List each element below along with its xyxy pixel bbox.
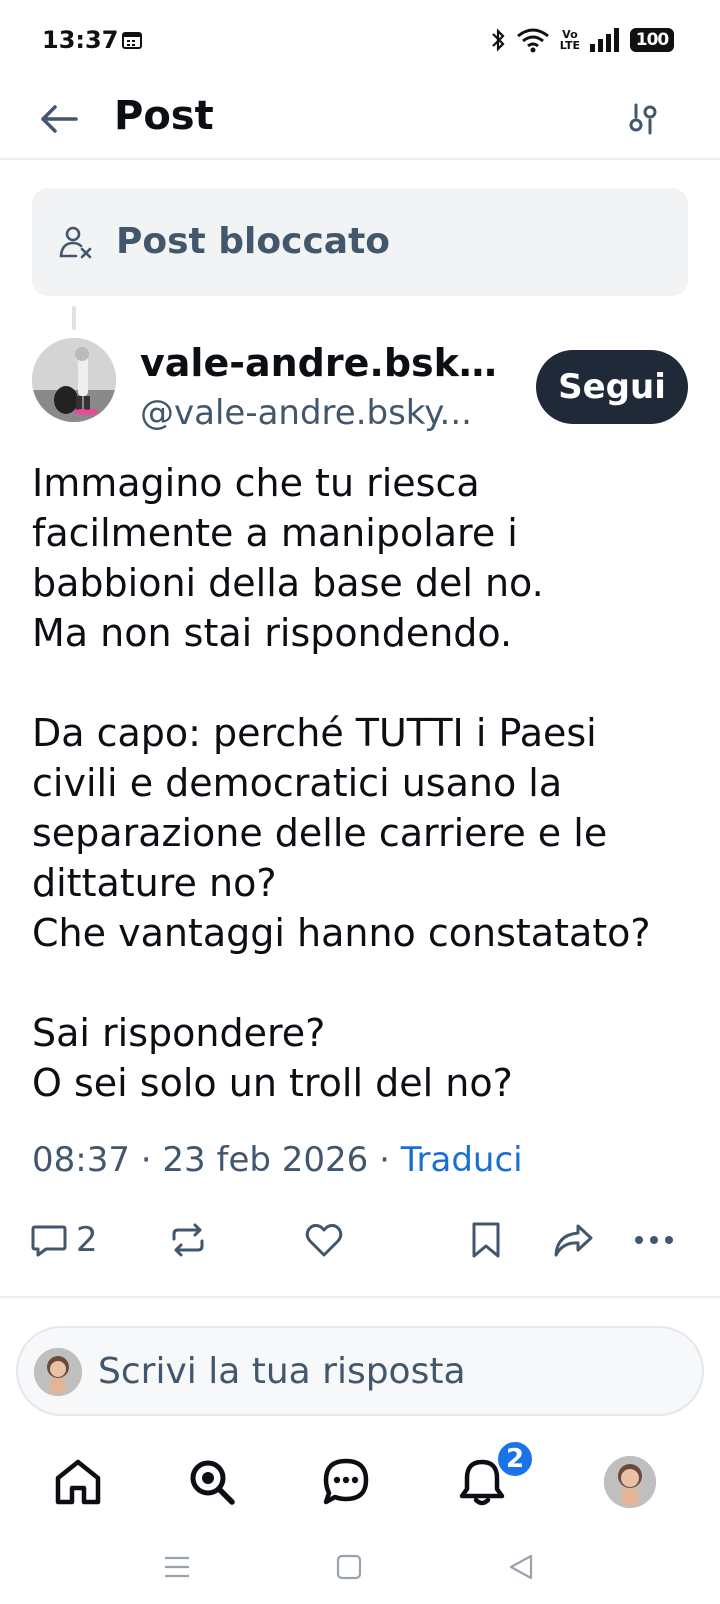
reply-count: 2 <box>76 1220 98 1260</box>
meta-separator: · <box>140 1140 152 1180</box>
calendar-icon <box>122 32 142 49</box>
reply-placeholder: Scrivi la tua risposta <box>98 1351 466 1392</box>
nav-search[interactable] <box>176 1446 248 1518</box>
app-header: Post <box>0 80 720 160</box>
arrow-left-icon <box>41 105 78 133</box>
wifi-icon <box>516 28 549 53</box>
thread-settings-button[interactable] <box>618 94 668 144</box>
back-button[interactable] <box>34 94 84 144</box>
nav-home[interactable] <box>42 1446 114 1518</box>
author-handle[interactable]: @vale-andre.bsky... <box>140 390 510 436</box>
heart-icon <box>305 1223 343 1257</box>
post-actions: 2 <box>0 1212 720 1272</box>
status-bar: 13:37 Vo LTE 100 <box>0 0 720 80</box>
author-avatar-image <box>32 338 116 422</box>
reply-button[interactable]: 2 <box>30 1212 98 1268</box>
blocked-post-card[interactable]: Post bloccato <box>32 188 688 296</box>
system-home-button[interactable] <box>324 1542 374 1592</box>
share-button[interactable] <box>552 1212 594 1268</box>
post-meta: 08:37 · 23 feb 2026 · Traduci <box>32 1136 523 1184</box>
menu-icon <box>165 1556 189 1578</box>
page-title: Post <box>114 93 214 139</box>
battery-icon: 100 <box>630 28 674 52</box>
signal-icon <box>590 28 619 52</box>
post-text: Immagino che tu riesca facilmente a mani… <box>32 461 651 1105</box>
home-icon <box>55 1459 101 1505</box>
post-time: 08:37 <box>32 1140 130 1180</box>
profile-avatar-image <box>604 1456 656 1508</box>
nav-chat[interactable] <box>310 1446 382 1518</box>
user-avatar-image <box>34 1348 82 1396</box>
notifications-badge: 2 <box>496 1440 534 1478</box>
bookmark-button[interactable] <box>470 1212 502 1268</box>
search-icon <box>190 1460 235 1505</box>
bookmark-icon <box>472 1222 500 1258</box>
nav-profile[interactable] <box>594 1446 666 1518</box>
thread-connector <box>72 306 76 330</box>
composer-avatar <box>34 1348 82 1396</box>
system-navigation <box>0 1530 720 1604</box>
reply-composer[interactable]: Scrivi la tua risposta <box>16 1326 704 1416</box>
more-options-button[interactable] <box>634 1212 674 1268</box>
person-x-icon <box>59 226 92 259</box>
profile-avatar <box>604 1456 656 1508</box>
follow-button[interactable]: Segui <box>536 350 688 424</box>
system-menu-button[interactable] <box>152 1542 202 1592</box>
post-date: 23 feb 2026 <box>162 1140 369 1180</box>
more-icon <box>635 1236 673 1244</box>
blocked-post-label: Post bloccato <box>116 221 391 262</box>
square-icon <box>336 1554 362 1580</box>
section-divider <box>0 1296 720 1298</box>
translate-link[interactable]: Traduci <box>401 1140 523 1180</box>
comment-icon <box>31 1225 67 1257</box>
meta-separator: · <box>379 1140 390 1180</box>
author-avatar[interactable] <box>32 338 116 422</box>
bottom-navigation: 2 <box>0 1436 720 1528</box>
chat-icon <box>323 1458 369 1505</box>
bluetooth-icon <box>492 28 505 52</box>
status-time: 13:37 <box>42 26 119 54</box>
repost-icon <box>172 1223 204 1257</box>
share-icon <box>554 1224 593 1257</box>
repost-button[interactable] <box>168 1212 208 1268</box>
like-button[interactable] <box>304 1212 344 1268</box>
triangle-back-icon <box>509 1554 533 1580</box>
sliders-icon <box>629 103 657 135</box>
system-back-button[interactable] <box>496 1542 546 1592</box>
volte-indicator: Vo LTE <box>559 28 580 52</box>
author-display-name[interactable]: vale-andre.bsky... <box>140 338 510 388</box>
